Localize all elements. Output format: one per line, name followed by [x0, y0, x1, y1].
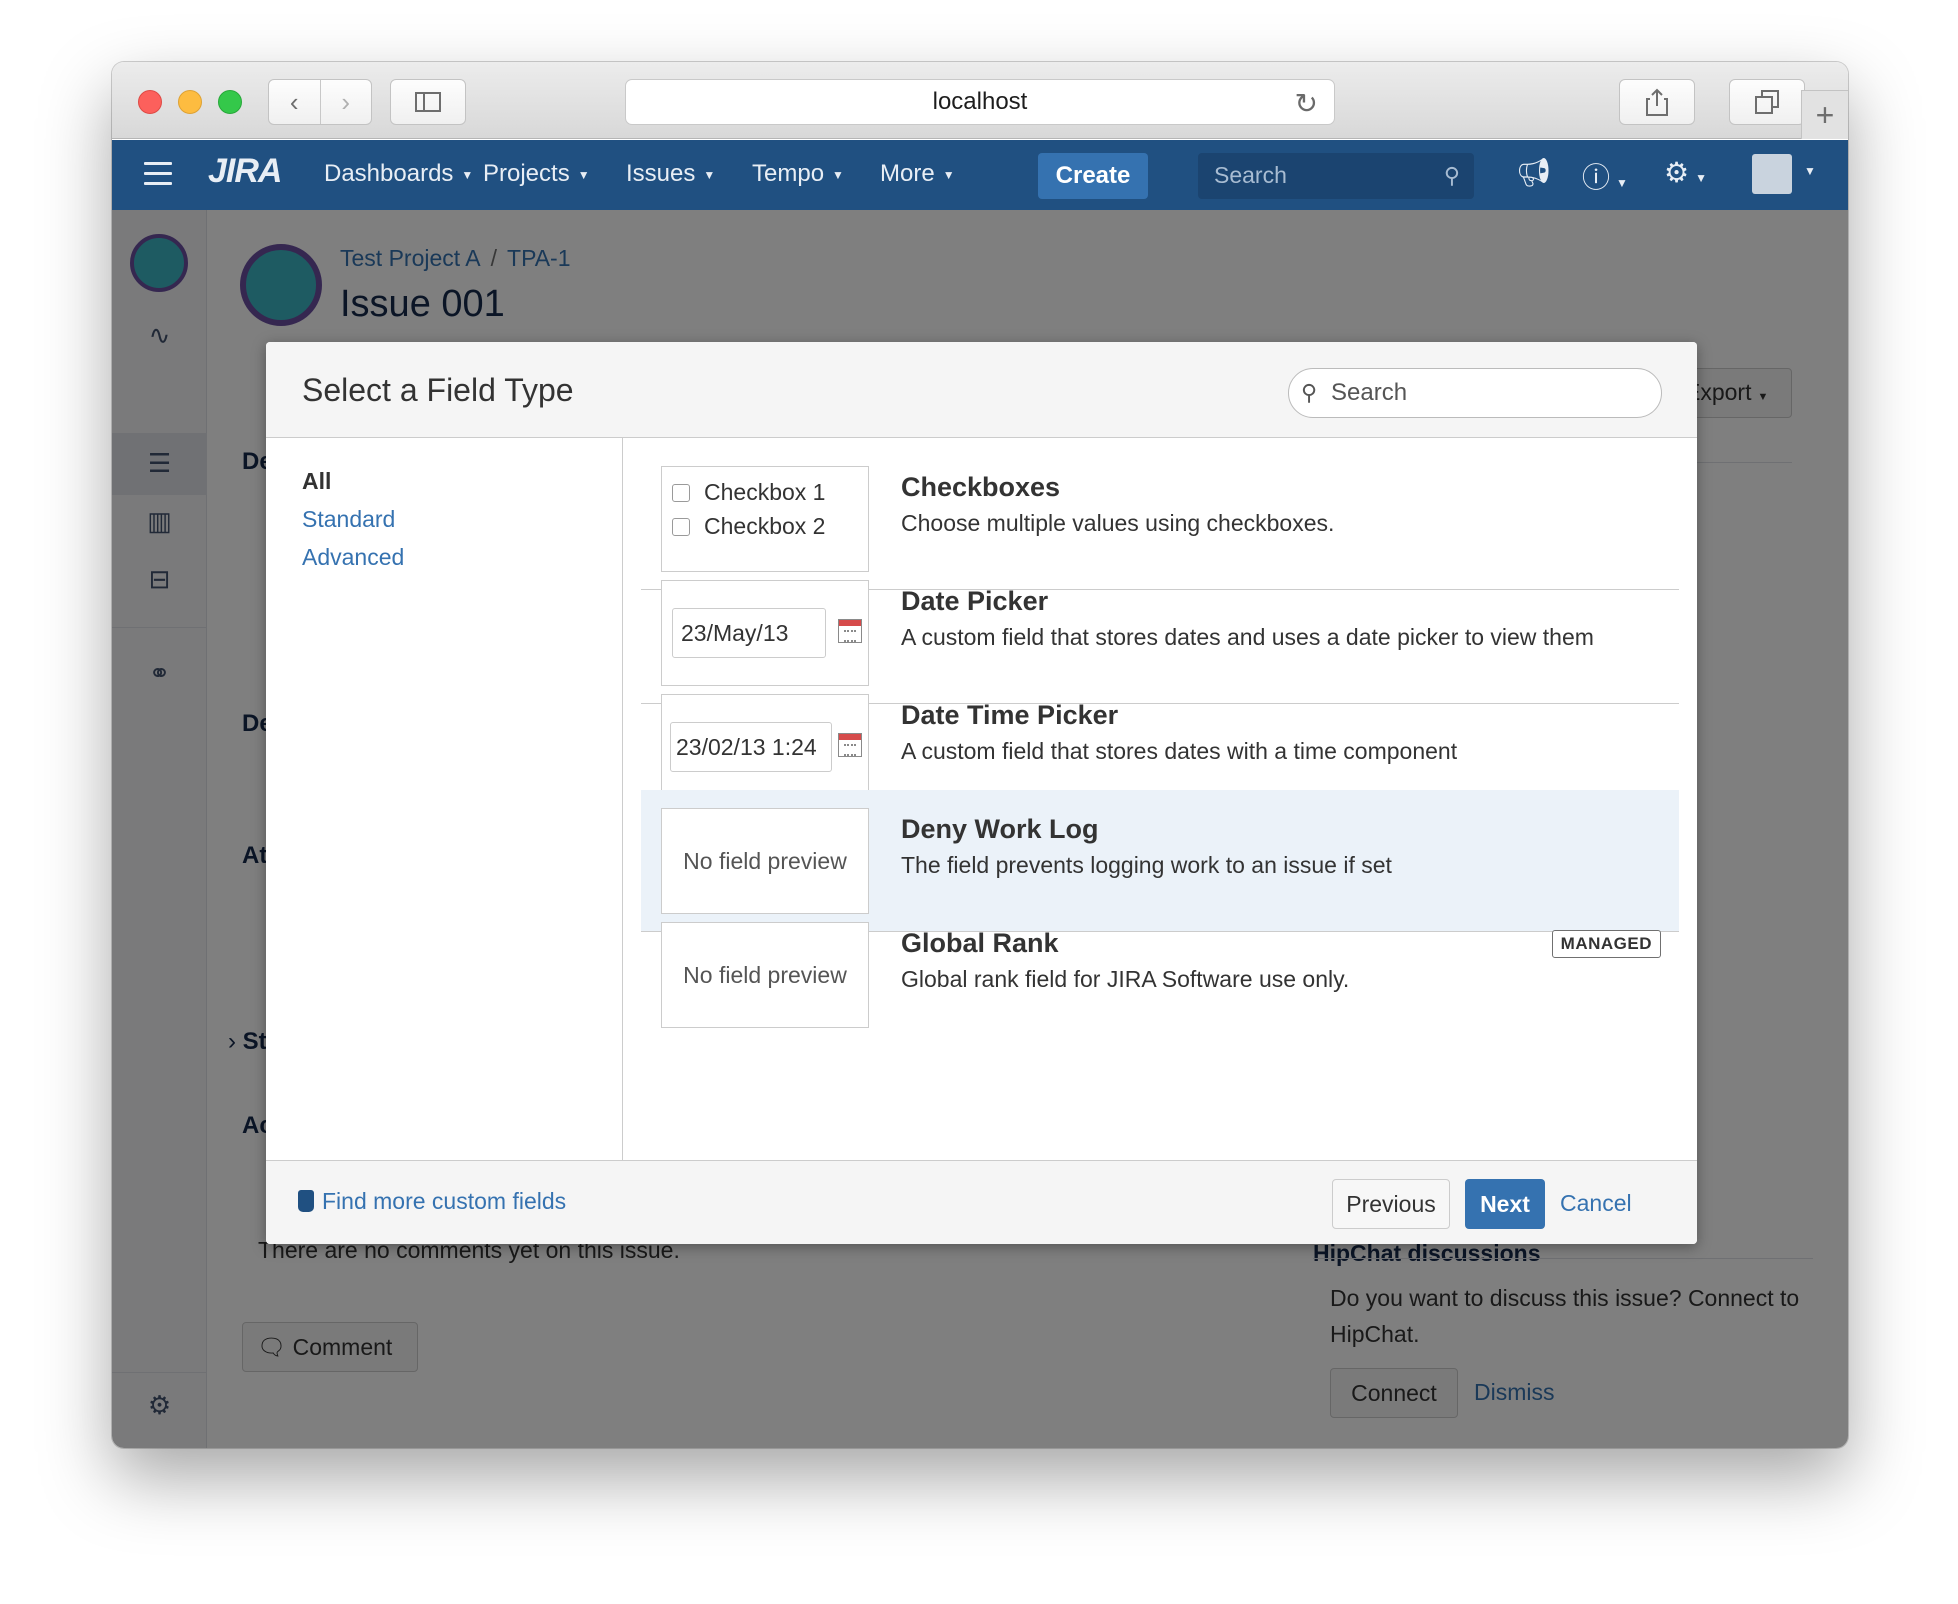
field-search: ⚲	[1288, 368, 1662, 418]
preview-checkbox: Checkbox 1	[672, 479, 825, 506]
chevron-down-icon: ▼	[942, 167, 955, 182]
gear-icon[interactable]: ⚙ ▼	[1664, 156, 1707, 189]
chevron-down-icon: ▼	[577, 167, 590, 182]
preview-datetime-input: 23/02/13 1:24	[670, 722, 832, 772]
category-standard[interactable]: Standard	[302, 506, 395, 533]
chevron-down-icon: ▼	[703, 167, 716, 182]
dialog-footer: Find more custom fields Previous Next Ca…	[266, 1160, 1697, 1244]
preview-date-input: 23/May/13	[672, 608, 826, 658]
checkbox-icon	[672, 517, 690, 536]
dialog-header: Select a Field Type ⚲	[266, 342, 1697, 438]
field-type-name: Date Time Picker	[901, 700, 1119, 730]
minimize-window-button[interactable]	[178, 90, 202, 114]
tabs-overview-icon[interactable]	[1729, 79, 1805, 125]
field-preview: No field preview	[661, 808, 869, 914]
create-button[interactable]: Create	[1038, 153, 1148, 199]
nav-more[interactable]: More ▼	[880, 160, 955, 188]
next-button[interactable]: Next	[1465, 1179, 1545, 1229]
help-icon[interactable]: ⓘ ▼	[1582, 156, 1628, 196]
no-preview-text: No field preview	[683, 961, 847, 988]
chevron-down-icon: ▼	[461, 167, 474, 182]
reload-icon[interactable]: ↻	[1295, 87, 1318, 120]
forward-icon[interactable]: ›	[321, 87, 372, 118]
calendar-icon	[838, 619, 862, 643]
address-text: localhost	[932, 88, 1028, 115]
checkbox-icon	[672, 483, 690, 502]
cancel-link[interactable]: Cancel	[1560, 1190, 1632, 1217]
field-type-description: Global rank field for JIRA Software use …	[901, 966, 1350, 992]
jira-logo[interactable]: JIRA	[208, 152, 282, 191]
back-icon[interactable]: ‹	[269, 87, 320, 118]
field-type-name: Checkboxes	[901, 472, 1061, 502]
field-type-description: A custom field that stores dates and use…	[901, 624, 1594, 650]
managed-badge: MANAGED	[1551, 930, 1661, 958]
nav-projects[interactable]: Projects ▼	[483, 160, 590, 188]
field-type-description: Choose multiple values using checkboxes.	[901, 510, 1335, 536]
previous-button[interactable]: Previous	[1332, 1179, 1450, 1229]
field-type-global-rank[interactable]: No field preview Global Rank Global rank…	[641, 904, 1679, 1046]
field-type-description: The field prevents logging work to an is…	[901, 852, 1392, 878]
nav-dashboards[interactable]: Dashboards ▼	[324, 160, 473, 188]
close-window-button[interactable]	[138, 90, 162, 114]
announcement-icon[interactable]: 📢︎	[1516, 156, 1552, 189]
user-avatar[interactable]	[1752, 154, 1792, 194]
field-type-name: Global Rank	[901, 928, 1059, 958]
field-preview: Checkbox 1 Checkbox 2	[661, 466, 869, 572]
field-preview: 23/02/13 1:24	[661, 694, 869, 800]
category-nav: All Standard Advanced	[266, 438, 623, 1160]
browser-window: ‹ › localhost ↻ + JIRA Dashboards ▼ Proje…	[112, 62, 1848, 1448]
nav-tempo[interactable]: Tempo ▼	[752, 160, 844, 188]
share-icon[interactable]	[1619, 79, 1695, 125]
field-type-description: A custom field that stores dates with a …	[901, 738, 1458, 764]
jira-header: JIRA Dashboards ▼ Projects ▼ Issues ▼ Tempo…	[112, 140, 1848, 210]
browser-titlebar: ‹ › localhost ↻ +	[112, 62, 1848, 139]
field-preview: 23/May/13	[661, 580, 869, 686]
chevron-down-icon[interactable]: ▼	[1804, 164, 1816, 178]
sidebar-toggle-icon[interactable]	[390, 79, 466, 125]
menu-icon[interactable]	[144, 162, 172, 192]
field-search-input[interactable]	[1331, 377, 1651, 409]
find-more-link[interactable]: Find more custom fields	[298, 1188, 566, 1215]
chevron-down-icon: ▼	[832, 167, 844, 182]
header-search-input[interactable]: Search ⚲	[1198, 153, 1474, 199]
preview-checkbox: Checkbox 2	[672, 513, 825, 540]
category-advanced[interactable]: Advanced	[302, 544, 404, 571]
address-bar[interactable]: localhost ↻	[625, 79, 1335, 125]
category-all[interactable]: All	[302, 468, 331, 495]
zoom-window-button[interactable]	[218, 90, 242, 114]
dialog-title: Select a Field Type	[302, 372, 574, 408]
field-type-name: Deny Work Log	[901, 814, 1099, 844]
nav-issues[interactable]: Issues ▼	[626, 160, 715, 188]
new-tab-icon[interactable]: +	[1801, 90, 1848, 139]
field-type-name: Date Picker	[901, 586, 1049, 616]
marketplace-icon	[298, 1190, 314, 1212]
field-type-list: Checkbox 1 Checkbox 2 Checkboxes Choose …	[623, 438, 1697, 1160]
search-icon: ⚲	[1301, 380, 1318, 405]
calendar-icon	[838, 733, 862, 757]
select-field-type-dialog: Select a Field Type ⚲ All Standard Advan…	[266, 342, 1697, 1244]
field-preview: No field preview	[661, 922, 869, 1028]
search-icon: ⚲	[1443, 163, 1460, 188]
no-preview-text: No field preview	[683, 847, 847, 874]
history-nav: ‹ ›	[268, 79, 372, 125]
